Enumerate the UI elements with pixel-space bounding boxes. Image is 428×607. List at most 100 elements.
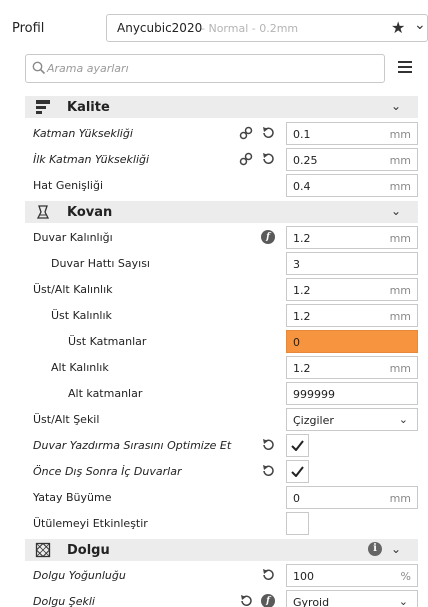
infill-pattern-select[interactable]: Gyroid ⌄ xyxy=(286,590,418,607)
field-unit: mm xyxy=(389,232,411,245)
optimize-wall-order-checkbox[interactable] xyxy=(286,434,309,457)
setting-label: Alt katmanlar xyxy=(68,387,143,400)
setting-label: Önce Dış Sonra İç Duvarlar xyxy=(33,465,182,478)
setting-label: Katman Yüksekliği xyxy=(33,127,133,140)
chevron-down-icon[interactable]: ⌄ xyxy=(391,99,401,113)
setting-row-horizontal-expansion: Yatay Büyüme 0 mm xyxy=(0,485,428,511)
shell-icon xyxy=(36,205,50,219)
setting-row-top-thickness: Üst Kalınlık 1.2 mm xyxy=(0,303,428,329)
horizontal-expansion-field[interactable]: 0 mm xyxy=(286,486,418,509)
ironing-checkbox[interactable] xyxy=(286,512,309,535)
setting-row-line-width: Hat Genişliği 0.4 mm xyxy=(0,173,428,199)
profile-name: Anycubic2020 xyxy=(117,21,203,35)
field-unit: % xyxy=(400,570,411,583)
reset-icon[interactable] xyxy=(261,152,275,166)
chevron-down-icon: ⌄ xyxy=(398,595,408,607)
field-unit: mm xyxy=(389,180,411,193)
field-value: 0 xyxy=(293,492,300,505)
reset-icon[interactable] xyxy=(261,464,275,478)
setting-label: Ütülemeyi Etkinleştir xyxy=(33,517,148,530)
bottom-thickness-field[interactable]: 1.2 mm xyxy=(286,356,418,379)
field-unit: mm xyxy=(389,362,411,375)
field-value: 100 xyxy=(293,570,314,583)
setting-label: Yatay Büyüme xyxy=(33,491,112,504)
setting-label: İlk Katman Yüksekliği xyxy=(33,153,150,166)
profile-row: Profil Anycubic2020 - Normal - 0.2mm ★ ⌄ xyxy=(0,14,428,44)
quality-icon xyxy=(36,100,50,114)
chevron-down-icon[interactable]: ⌄ xyxy=(391,204,401,218)
setting-row-ironing: Ütülemeyi Etkinleştir xyxy=(0,511,428,537)
reset-icon[interactable] xyxy=(261,438,275,452)
setting-row-top-bottom-thickness: Üst/Alt Kalınlık 1.2 mm xyxy=(0,277,428,303)
section-title: Kalite xyxy=(67,100,110,115)
setting-row-outer-before-inner: Önce Dış Sonra İç Duvarlar xyxy=(0,459,428,485)
section-title: Kovan xyxy=(67,205,113,220)
setting-row-wall-thickness: Duvar Kalınlığı f 1.2 mm xyxy=(0,225,428,251)
profile-label: Profil xyxy=(12,21,45,36)
field-unit: mm xyxy=(389,284,411,297)
search-input[interactable]: Arama ayarları xyxy=(25,54,385,83)
search-icon xyxy=(32,61,46,75)
infill-icon xyxy=(35,542,51,558)
section-infill[interactable]: Dolgu i ⌄ xyxy=(25,539,418,561)
field-value: 1.2 xyxy=(293,232,311,245)
field-unit: mm xyxy=(389,154,411,167)
chevron-down-icon: ⌄ xyxy=(414,17,426,33)
field-unit: mm xyxy=(389,128,411,141)
setting-row-infill-pattern: Dolgu Şekli f Gyroid ⌄ xyxy=(0,589,428,607)
setting-row-bottom-layers: Alt katmanlar 999999 xyxy=(0,381,428,407)
setting-row-wall-line-count: Duvar Hattı Sayısı 3 xyxy=(0,251,428,277)
field-value: 1.2 xyxy=(293,310,311,323)
setting-label: Üst/Alt Şekil xyxy=(33,413,100,426)
setting-label: Hat Genişliği xyxy=(33,179,104,192)
outer-before-inner-checkbox[interactable] xyxy=(286,460,309,483)
field-value: 3 xyxy=(293,258,300,271)
bottom-layers-field[interactable]: 999999 xyxy=(286,382,418,405)
reset-icon[interactable] xyxy=(239,594,253,607)
initial-layer-height-field[interactable]: 0.25 mm xyxy=(286,148,418,171)
field-value: 1.2 xyxy=(293,284,311,297)
setting-row-infill-density: Dolgu Yoğunluğu 100 % xyxy=(0,563,428,589)
profile-select[interactable]: Anycubic2020 - Normal - 0.2mm ★ ⌄ xyxy=(106,14,428,42)
checkmark-icon xyxy=(291,466,304,477)
setting-label: Alt Kalınlık xyxy=(51,361,109,374)
section-quality[interactable]: Kalite ⌄ xyxy=(25,96,418,118)
top-bottom-pattern-select[interactable]: Çizgiler ⌄ xyxy=(286,408,418,431)
layer-height-field[interactable]: 0.1 mm xyxy=(286,122,418,145)
setting-row-optimize-wall-order: Duvar Yazdırma Sırasını Optimize Et xyxy=(0,433,428,459)
field-value: 1.2 xyxy=(293,362,311,375)
star-icon[interactable]: ★ xyxy=(391,18,405,37)
field-unit: mm xyxy=(389,310,411,323)
field-value: 0.1 xyxy=(293,128,311,141)
profile-subtitle: - Normal - 0.2mm xyxy=(201,22,299,35)
setting-label: Üst Kalınlık xyxy=(51,309,112,322)
section-shell[interactable]: Kovan ⌄ xyxy=(25,201,418,223)
link-icon[interactable] xyxy=(239,126,253,140)
setting-row-layer-height: Katman Yüksekliği 0.1 mm xyxy=(0,121,428,147)
function-icon[interactable]: f xyxy=(261,230,275,244)
field-value: Çizgiler xyxy=(293,414,334,427)
infill-density-field[interactable]: 100 % xyxy=(286,564,418,587)
setting-label: Duvar Yazdırma Sırasını Optimize Et xyxy=(33,439,232,452)
link-icon[interactable] xyxy=(239,152,253,166)
menu-icon[interactable] xyxy=(398,61,412,76)
top-thickness-field[interactable]: 1.2 mm xyxy=(286,304,418,327)
wall-thickness-field[interactable]: 1.2 mm xyxy=(286,226,418,249)
info-icon[interactable]: i xyxy=(368,542,382,556)
top-layers-field[interactable]: 0 xyxy=(286,330,418,353)
reset-icon[interactable] xyxy=(261,126,275,140)
function-icon[interactable]: f xyxy=(261,594,275,607)
setting-row-top-bottom-pattern: Üst/Alt Şekil Çizgiler ⌄ xyxy=(0,407,428,433)
field-value: 0.25 xyxy=(293,154,318,167)
field-value: Gyroid xyxy=(293,596,330,607)
reset-icon[interactable] xyxy=(261,568,275,582)
wall-line-count-field[interactable]: 3 xyxy=(286,252,418,275)
top-bottom-thickness-field[interactable]: 1.2 mm xyxy=(286,278,418,301)
search-placeholder: Arama ayarları xyxy=(47,62,129,75)
chevron-down-icon[interactable]: ⌄ xyxy=(391,542,401,556)
field-value: 0 xyxy=(293,336,300,349)
line-width-field[interactable]: 0.4 mm xyxy=(286,174,418,197)
setting-label: Dolgu Şekli xyxy=(33,595,95,607)
setting-label: Üst Katmanlar xyxy=(68,335,147,348)
field-value: 999999 xyxy=(293,388,335,401)
